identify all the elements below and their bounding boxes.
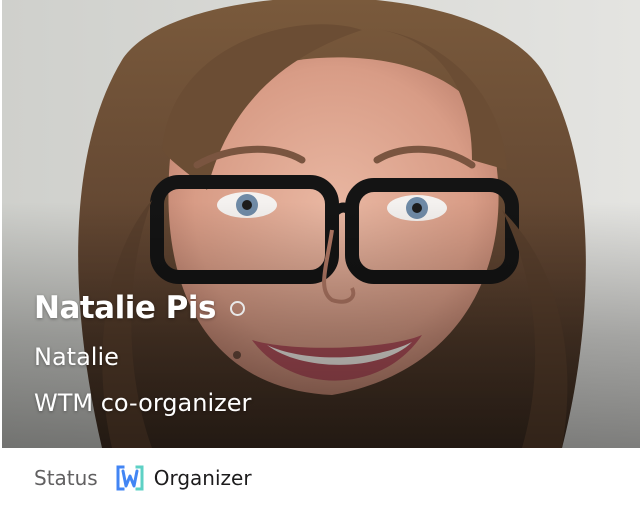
- real-name: Natalie: [34, 343, 119, 371]
- status-label: Status: [34, 466, 98, 490]
- name-row: Natalie Pis: [34, 290, 245, 326]
- profile-photo-image: [2, 0, 640, 448]
- profile-card: Natalie Pis Natalie WTM co-organizer Sta…: [0, 0, 640, 508]
- job-title: WTM co-organizer: [34, 389, 252, 417]
- profile-photo[interactable]: [2, 0, 640, 448]
- wtm-logo-icon: [116, 465, 144, 491]
- status-row: Status Organizer: [34, 458, 252, 498]
- display-name: Natalie Pis: [34, 290, 216, 326]
- status-value: Organizer: [153, 466, 252, 490]
- presence-away-icon: [229, 300, 245, 316]
